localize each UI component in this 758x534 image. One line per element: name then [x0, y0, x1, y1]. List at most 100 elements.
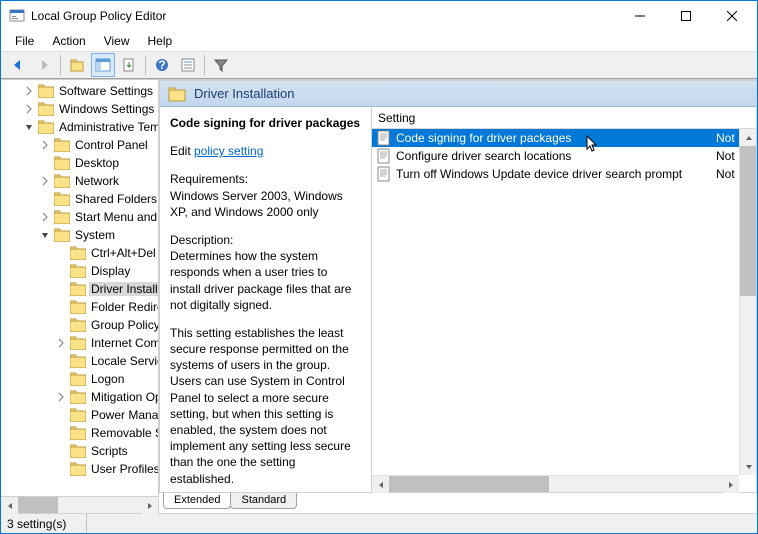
description-pane: Code signing for driver packages Edit po…	[160, 107, 372, 492]
tree-item[interactable]: Ctrl+Alt+Del Options	[1, 244, 158, 262]
tree-toggle[interactable]	[55, 301, 67, 313]
tree-label: System	[73, 228, 117, 242]
tree-toggle[interactable]	[39, 139, 51, 151]
list-header[interactable]: Setting	[372, 107, 756, 129]
tree-toggle[interactable]	[55, 391, 67, 403]
tree-item[interactable]: Control Panel	[1, 136, 158, 154]
settings-list-pane: Setting Code signing for driver packages…	[372, 107, 756, 492]
properties-button[interactable]	[176, 53, 200, 77]
tree-toggle[interactable]	[39, 229, 51, 241]
scroll-thumb[interactable]	[389, 476, 549, 492]
tree-toggle[interactable]	[39, 211, 51, 223]
tree-toggle[interactable]	[55, 373, 67, 385]
tree-toggle[interactable]	[23, 103, 35, 115]
back-button[interactable]	[6, 53, 30, 77]
scroll-right-button[interactable]	[722, 476, 739, 493]
tree-item[interactable]: Display	[1, 262, 158, 280]
tree-item[interactable]: Power Management	[1, 406, 158, 424]
close-button[interactable]	[709, 1, 755, 31]
tree-toggle[interactable]	[39, 175, 51, 187]
setting-row[interactable]: Turn off Windows Update device driver se…	[372, 165, 756, 183]
tree-toggle[interactable]	[55, 337, 67, 349]
tree-item[interactable]: Locale Services	[1, 352, 158, 370]
tab-standard[interactable]: Standard	[230, 493, 297, 509]
tree-scroll[interactable]: Software SettingsWindows SettingsAdminis…	[1, 80, 158, 496]
setting-name: Code signing for driver packages	[170, 116, 360, 130]
tree-item[interactable]: Internet Communication Management	[1, 334, 158, 352]
tree-item[interactable]: Folder Redirection	[1, 298, 158, 316]
forward-button[interactable]	[32, 53, 56, 77]
menu-view[interactable]: View	[96, 33, 138, 49]
tree-label: Control Panel	[73, 138, 150, 152]
filter-button[interactable]	[209, 53, 233, 77]
menu-help[interactable]: Help	[140, 33, 181, 49]
tree-toggle[interactable]	[55, 463, 67, 475]
tree-toggle[interactable]	[55, 427, 67, 439]
svg-text:?: ?	[158, 58, 165, 72]
up-button[interactable]	[65, 53, 89, 77]
tree-h-scrollbar[interactable]	[1, 496, 158, 513]
tree-label: Shared Folders	[73, 192, 158, 206]
scroll-thumb[interactable]	[18, 497, 58, 513]
tree-item[interactable]: User Profiles	[1, 460, 158, 478]
tree-toggle[interactable]	[55, 355, 67, 367]
export-button[interactable]	[117, 53, 141, 77]
tree-toggle[interactable]	[55, 247, 67, 259]
tree-toggle[interactable]	[39, 193, 51, 205]
tree-pane: Software SettingsWindows SettingsAdminis…	[1, 80, 159, 513]
tree-item[interactable]: Driver Installation	[1, 280, 158, 298]
minimize-button[interactable]	[617, 1, 663, 31]
tab-extended[interactable]: Extended	[163, 493, 231, 509]
scroll-up-button[interactable]	[740, 129, 757, 146]
scroll-right-button[interactable]	[141, 497, 158, 514]
tree-toggle[interactable]	[23, 121, 35, 133]
tree-item[interactable]: Administrative Templates	[1, 118, 158, 136]
tree-item[interactable]: System	[1, 226, 158, 244]
status-count: 3 setting(s)	[7, 514, 87, 533]
tree-toggle[interactable]	[39, 157, 51, 169]
tree-toggle[interactable]	[55, 265, 67, 277]
tree-item[interactable]: Start Menu and Taskbar	[1, 208, 158, 226]
tree-item[interactable]: Removable Storage Access	[1, 424, 158, 442]
content-area: Software SettingsWindows SettingsAdminis…	[1, 79, 757, 513]
tree-item[interactable]: Logon	[1, 370, 158, 388]
tree-item[interactable]: Windows Settings	[1, 100, 158, 118]
menu-action[interactable]: Action	[44, 33, 93, 49]
tree-item[interactable]: Software Settings	[1, 82, 158, 100]
tree-item[interactable]: Mitigation Options	[1, 388, 158, 406]
tree-item[interactable]: Desktop	[1, 154, 158, 172]
list-v-scrollbar[interactable]	[739, 129, 756, 475]
tree-toggle[interactable]	[55, 445, 67, 457]
tree-toggle[interactable]	[23, 85, 35, 97]
help-button[interactable]: ?	[150, 53, 174, 77]
scroll-down-button[interactable]	[740, 458, 757, 475]
tree-label: Mitigation Options	[89, 390, 158, 404]
requirements-text: Windows Server 2003, Windows XP, and Win…	[170, 188, 361, 220]
edit-label: Edit	[170, 144, 191, 158]
tree-label: Scripts	[89, 444, 130, 458]
scroll-thumb[interactable]	[740, 146, 756, 296]
list-body[interactable]: Code signing for driver packagesNotConfi…	[372, 129, 756, 492]
scroll-left-button[interactable]	[1, 497, 18, 514]
menu-file[interactable]: File	[7, 33, 42, 49]
show-hide-tree-button[interactable]	[91, 53, 115, 77]
setting-row[interactable]: Configure driver search locationsNot	[372, 147, 756, 165]
description-text-2: This setting establishes the least secur…	[170, 325, 361, 487]
app-icon	[9, 8, 25, 24]
titlebar[interactable]: Local Group Policy Editor	[1, 1, 757, 31]
tree-item[interactable]: Scripts	[1, 442, 158, 460]
scroll-left-button[interactable]	[372, 476, 389, 493]
window-title: Local Group Policy Editor	[31, 9, 617, 23]
menubar: File Action View Help	[1, 31, 757, 51]
policy-setting-link[interactable]: policy setting	[194, 144, 263, 158]
maximize-button[interactable]	[663, 1, 709, 31]
tree-item[interactable]: Shared Folders	[1, 190, 158, 208]
setting-row[interactable]: Code signing for driver packagesNot	[372, 129, 756, 147]
tree-toggle[interactable]	[55, 283, 67, 295]
tree-item[interactable]: Network	[1, 172, 158, 190]
tree-item[interactable]: Group Policy	[1, 316, 158, 334]
tree-toggle[interactable]	[55, 409, 67, 421]
tree-toggle[interactable]	[55, 319, 67, 331]
tree-label: Group Policy	[89, 318, 158, 332]
list-h-scrollbar[interactable]	[372, 475, 739, 492]
